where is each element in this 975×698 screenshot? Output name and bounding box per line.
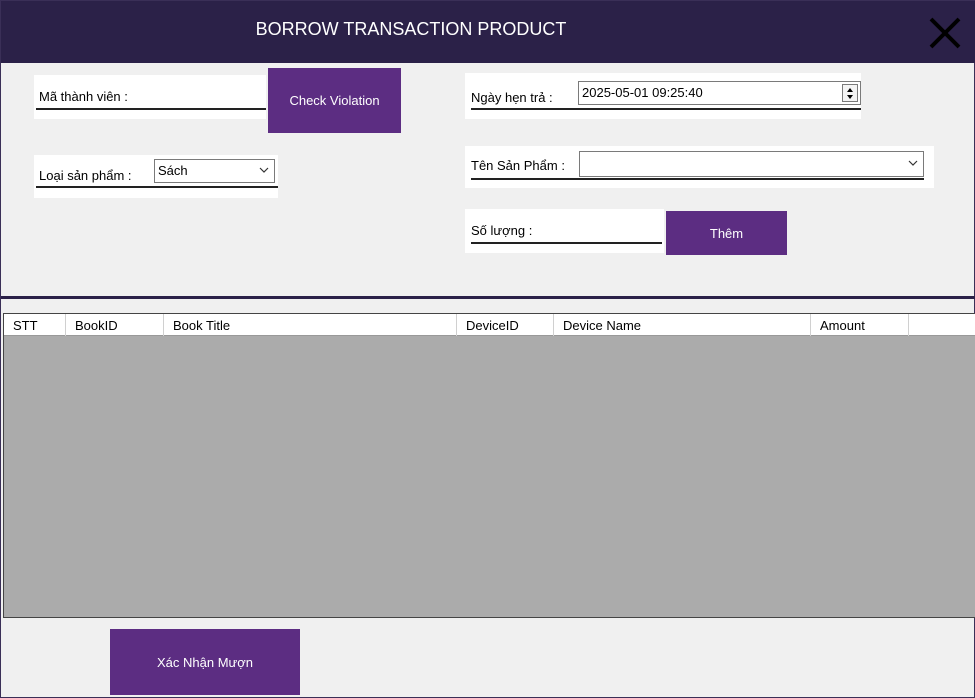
check-violation-button[interactable]: Check Violation [268,68,401,133]
quantity-field[interactable]: Số lượng : [465,209,664,253]
product-type-underline [36,186,278,188]
member-id-field[interactable]: Mã thành viên : [34,75,266,119]
chevron-down-icon [258,164,270,176]
spin-up-icon[interactable] [847,88,853,92]
due-date-underline [471,108,861,110]
confirm-borrow-button[interactable]: Xác Nhận Mượn [110,629,300,695]
table-header: STT BookID Book Title DeviceID Device Na… [4,314,975,336]
date-spinner[interactable] [842,84,858,102]
column-extra[interactable] [909,314,975,336]
column-deviceid[interactable]: DeviceID [457,314,554,336]
member-id-underline [36,108,266,110]
quantity-underline [471,242,662,244]
window-title: BORROW TRANSACTION PRODUCT [255,19,567,39]
section-divider [1,296,975,299]
due-date-value: 2025-05-01 09:25:40 [582,85,703,100]
borrow-transaction-window: BORROW TRANSACTION PRODUCT Mã thành viên… [0,0,975,698]
product-type-select[interactable]: Sách [154,159,275,183]
due-date-label: Ngày hẹn trả : [471,90,553,105]
due-date-field: Ngày hẹn trả : 2025-05-01 09:25:40 [465,73,861,119]
product-type-field: Loại sản phẩm : Sách [34,155,278,198]
borrow-items-table[interactable]: STT BookID Book Title DeviceID Device Na… [3,313,975,618]
product-type-label: Loại sản phẩm : [39,168,132,183]
column-bookid[interactable]: BookID [66,314,164,336]
chevron-down-icon [907,157,919,169]
column-stt[interactable]: STT [4,314,66,336]
close-icon[interactable] [927,15,963,51]
product-name-underline [471,178,924,180]
quantity-label: Số lượng : [471,223,533,238]
product-type-value: Sách [158,163,188,178]
add-button[interactable]: Thêm [666,211,787,255]
member-id-label: Mã thành viên : [39,89,128,104]
title-bar: BORROW TRANSACTION PRODUCT [1,1,975,63]
due-date-picker[interactable]: 2025-05-01 09:25:40 [578,81,861,105]
column-device-name[interactable]: Device Name [554,314,811,336]
column-amount[interactable]: Amount [811,314,909,336]
product-name-label: Tên Sản Phẩm : [471,158,565,173]
product-name-field: Tên Sản Phẩm : [465,146,934,188]
spin-down-icon[interactable] [847,95,853,99]
column-book-title[interactable]: Book Title [164,314,457,336]
product-name-select[interactable] [579,151,924,177]
